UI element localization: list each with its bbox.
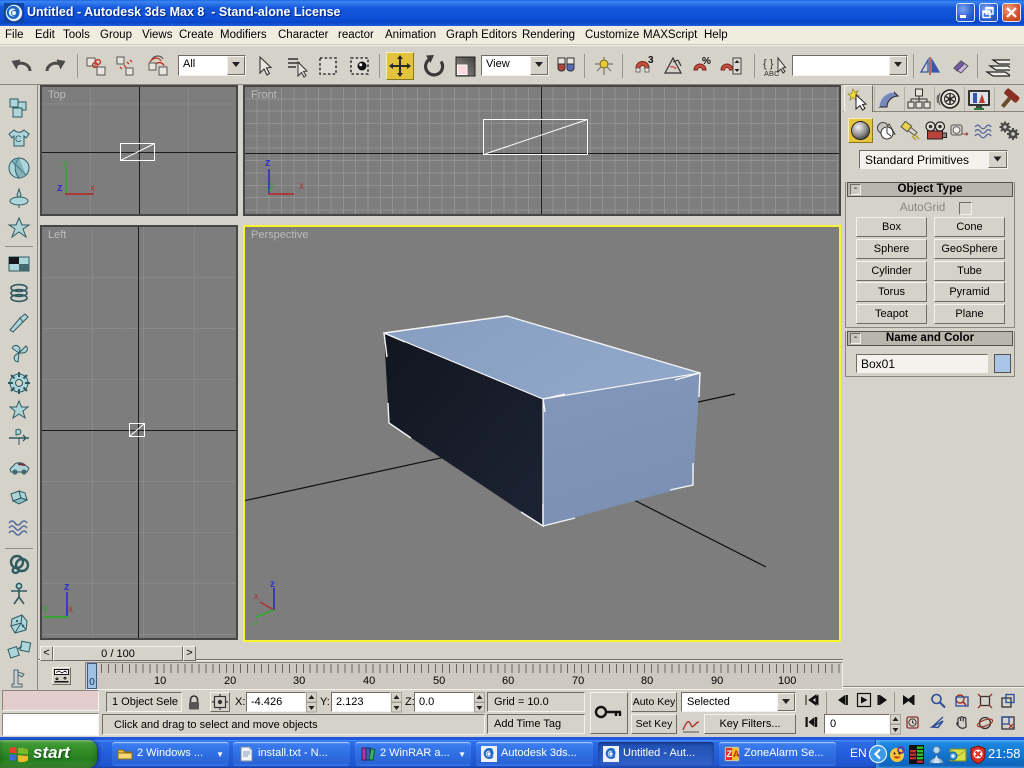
- svg-text:x: x: [254, 591, 259, 601]
- svg-text:z: z: [265, 157, 271, 169]
- svg-text:y: y: [63, 158, 68, 169]
- svg-text:z: z: [64, 582, 70, 593]
- svg-text:%: %: [702, 56, 711, 67]
- svg-text:y: y: [253, 618, 258, 625]
- svg-text:z: z: [57, 182, 63, 194]
- svg-text:x: x: [90, 183, 95, 194]
- svg-text:A: A: [733, 749, 740, 759]
- svg-text:z: z: [270, 579, 275, 590]
- svg-text:C: C: [15, 134, 22, 144]
- svg-text:x: x: [68, 604, 73, 615]
- svg-text:x: x: [299, 181, 304, 192]
- svg-text:Z: Z: [727, 749, 733, 759]
- svg-text:3: 3: [648, 55, 654, 66]
- svg-text:y: y: [43, 603, 48, 614]
